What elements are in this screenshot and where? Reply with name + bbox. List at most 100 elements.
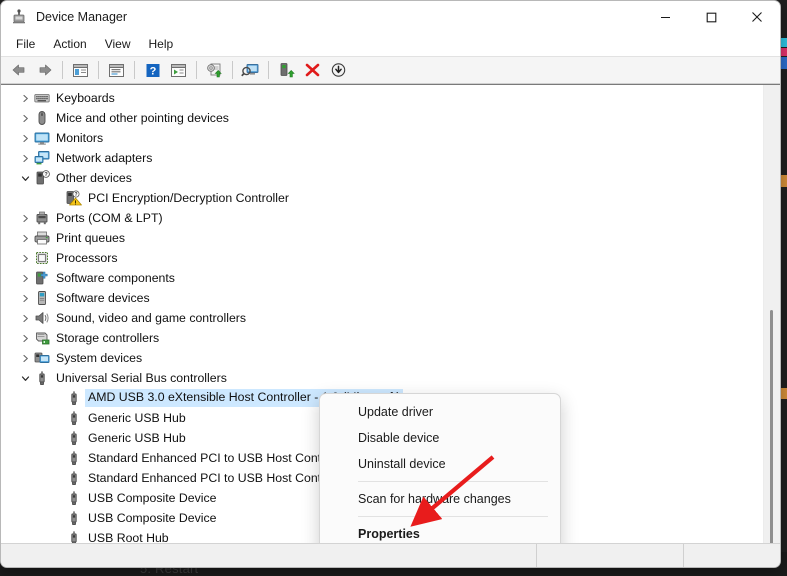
tree-row-label: Other devices (56, 171, 132, 186)
context-menu: Update driver Disable device Uninstall d… (319, 393, 561, 543)
properties-icon[interactable] (104, 58, 129, 82)
tree-row-label: Standard Enhanced PCI to USB Host Contro… (88, 451, 348, 466)
tree-row-label: Software devices (56, 291, 150, 306)
toolbar-separator-3 (134, 61, 135, 79)
context-menu-item-disable-device[interactable]: Disable device (320, 425, 560, 451)
context-menu-item-uninstall-device[interactable]: Uninstall device (320, 451, 560, 477)
menu-help[interactable]: Help (140, 35, 183, 53)
back-arrow-icon[interactable] (6, 58, 31, 82)
system-device-icon (33, 350, 51, 366)
window-controls (642, 1, 780, 33)
title-bar: Device Manager (1, 1, 780, 33)
context-menu-item-properties[interactable]: Properties (320, 521, 560, 543)
software-device-icon (33, 290, 51, 306)
usb-icon (65, 390, 83, 406)
tree-row[interactable]: Keyboards (1, 88, 763, 108)
chevron-right-icon[interactable] (17, 134, 33, 143)
toolbar-separator-4 (196, 61, 197, 79)
tree-row[interactable]: Processors (1, 248, 763, 268)
tree-row-label: USB Composite Device (88, 491, 216, 506)
status-bar-panel-2 (683, 544, 780, 567)
network-adapter-icon (33, 150, 51, 166)
menu-bar: File Action View Help (1, 33, 780, 56)
processor-icon (33, 250, 51, 266)
tree-row[interactable]: Mice and other pointing devices (1, 108, 763, 128)
tree-row-label: Sound, video and game controllers (56, 311, 246, 326)
chevron-right-icon[interactable] (17, 314, 33, 323)
tree-row-label: PCI Encryption/Decryption Controller (88, 191, 289, 206)
menu-view[interactable]: View (96, 35, 140, 53)
maximize-button[interactable] (688, 1, 734, 33)
vertical-scrollbar[interactable] (763, 85, 780, 543)
uninstall-device-icon[interactable] (300, 58, 325, 82)
menu-action[interactable]: Action (44, 35, 95, 53)
chevron-right-icon[interactable] (17, 94, 33, 103)
disable-device-icon[interactable] (326, 58, 351, 82)
scan-hardware-changes-icon[interactable] (238, 58, 263, 82)
keyboard-icon (33, 90, 51, 106)
chevron-right-icon[interactable] (17, 294, 33, 303)
show-hide-console-tree-icon[interactable] (68, 58, 93, 82)
chevron-right-icon[interactable] (17, 334, 33, 343)
other-device-icon: ? (33, 170, 51, 186)
chevron-right-icon[interactable] (17, 274, 33, 283)
desktop-accent-blue (780, 57, 787, 69)
tree-row-label: Processors (56, 251, 118, 266)
usb-icon (65, 530, 83, 543)
printer-icon (33, 230, 51, 246)
tree-row-label: Software components (56, 271, 175, 286)
context-menu-item-update-driver[interactable]: Update driver (320, 399, 560, 425)
minimize-button[interactable] (642, 1, 688, 33)
scrollbar-thumb[interactable] (770, 310, 773, 543)
chevron-right-icon[interactable] (17, 254, 33, 263)
tree-row[interactable]: ? Other devices (1, 168, 763, 188)
tree-row-label: Generic USB Hub (88, 431, 186, 446)
tree-row[interactable]: Ports (COM & LPT) (1, 208, 763, 228)
tree-row-label: Mice and other pointing devices (56, 111, 229, 126)
usb-icon (65, 450, 83, 466)
tree-row-label: Network adapters (56, 151, 152, 166)
content-area: Keyboards Mice and other pointing devices… (1, 84, 780, 543)
menu-file[interactable]: File (7, 35, 44, 53)
chevron-right-icon[interactable] (17, 234, 33, 243)
enable-device-icon[interactable] (274, 58, 299, 82)
chevron-right-icon[interactable] (17, 214, 33, 223)
tree-row[interactable]: Print queues (1, 228, 763, 248)
tree-row[interactable]: Universal Serial Bus controllers (1, 368, 763, 388)
tree-row[interactable]: ? PCI Encryption/Decryption Controller (1, 188, 763, 208)
monitor-icon (33, 130, 51, 146)
tree-row-label: Storage controllers (56, 331, 159, 346)
close-button[interactable] (734, 1, 780, 33)
chevron-right-icon[interactable] (17, 114, 33, 123)
tree-row[interactable]: Network adapters (1, 148, 763, 168)
chevron-right-icon[interactable] (17, 154, 33, 163)
tree-row-label: Monitors (56, 131, 103, 146)
context-menu-separator-1 (358, 481, 548, 482)
tree-row[interactable]: Sound, video and game controllers (1, 308, 763, 328)
tree-row-label: Keyboards (56, 91, 115, 106)
tree-row[interactable]: System devices (1, 348, 763, 368)
help-icon[interactable]: ? (140, 58, 165, 82)
chevron-down-icon[interactable] (17, 174, 33, 183)
toolbar-separator-6 (268, 61, 269, 79)
toolbar: ? (1, 56, 780, 84)
forward-arrow-icon[interactable] (32, 58, 57, 82)
svg-text:?: ? (74, 192, 77, 198)
status-bar-panel-1 (536, 544, 683, 567)
update-driver-icon[interactable] (202, 58, 227, 82)
tree-row[interactable]: Software devices (1, 288, 763, 308)
tree-row[interactable]: Monitors (1, 128, 763, 148)
context-menu-item-scan-for-hardware-changes[interactable]: Scan for hardware changes (320, 486, 560, 512)
tree-row-label: Ports (COM & LPT) (56, 211, 163, 226)
chevron-down-icon[interactable] (17, 374, 33, 383)
tree-row[interactable]: Storage controllers (1, 328, 763, 348)
speaker-icon (33, 310, 51, 326)
show-hide-action-pane-icon[interactable] (166, 58, 191, 82)
usb-icon (65, 510, 83, 526)
unknown-device-warning-icon: ? (65, 190, 83, 206)
chevron-right-icon[interactable] (17, 354, 33, 363)
usb-icon (65, 430, 83, 446)
tree-row[interactable]: Software components (1, 268, 763, 288)
port-icon (33, 210, 51, 226)
svg-text:?: ? (149, 65, 156, 77)
